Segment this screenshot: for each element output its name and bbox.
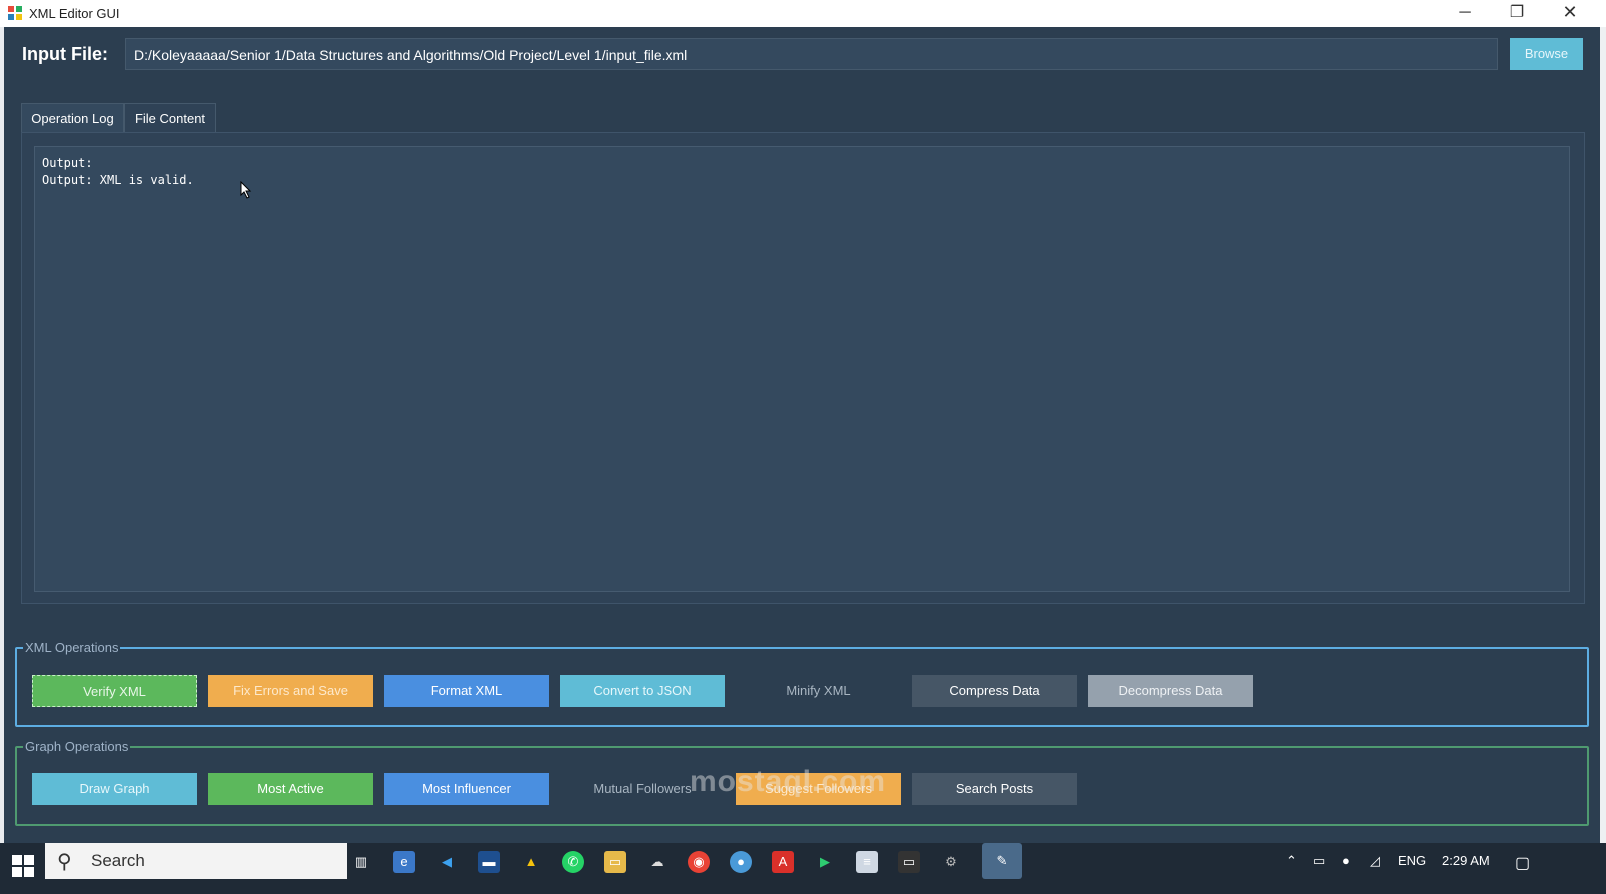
media-player-icon[interactable]: ▶	[814, 851, 836, 873]
window-left-edge	[0, 27, 4, 863]
notepad-icon[interactable]: ≡	[856, 851, 878, 873]
minify-xml-button[interactable]: Minify XML	[736, 675, 901, 707]
mouse-pointer-icon	[240, 181, 252, 199]
wifi-icon[interactable]: ◿	[1370, 853, 1380, 869]
convert-to-json-button[interactable]: Convert to JSON	[560, 675, 725, 707]
edge-browser-icon[interactable]: e	[393, 851, 415, 873]
log-line: Output: XML is valid.	[42, 173, 194, 187]
operation-log-textarea[interactable]: Output: Output: XML is valid.	[34, 146, 1570, 592]
pdf-reader-icon[interactable]: A	[772, 851, 794, 873]
watermark-text: mostaql.com	[690, 765, 887, 798]
terminal-icon[interactable]: ▭	[898, 851, 920, 873]
settings-gear-icon[interactable]: ⚙	[940, 851, 962, 873]
minimize-button[interactable]: ─	[1440, 0, 1490, 27]
fix-errors-and-save-button[interactable]: Fix Errors and Save	[208, 675, 373, 707]
windows-start-icon[interactable]	[12, 855, 34, 877]
app-icon	[8, 6, 22, 20]
decompress-data-button[interactable]: Decompress Data	[1088, 675, 1253, 707]
google-drive-icon[interactable]: ▲	[520, 851, 542, 873]
xml-operations-title: XML Operations	[25, 640, 119, 655]
search-icon: ⚲	[57, 851, 72, 873]
tray-language[interactable]: ENG	[1398, 853, 1426, 868]
browser-icon[interactable]: ●	[730, 851, 752, 873]
taskbar: ⚲ Search ▥ e ◀ ▬ ▲ ✆ ▭ ☁ ◉ ● A ▶ ≡ ▭ ⚙ ✎…	[0, 843, 1606, 894]
app-icon-blue[interactable]: ▬	[478, 851, 500, 873]
draw-graph-button[interactable]: Draw Graph	[32, 773, 197, 805]
whatsapp-icon[interactable]: ✆	[562, 851, 584, 873]
input-file-label: Input File:	[22, 44, 108, 64]
search-posts-button[interactable]: Search Posts	[912, 773, 1077, 805]
battery-icon[interactable]: ▭	[1313, 853, 1325, 869]
taskbar-search-box[interactable]: ⚲ Search	[45, 843, 347, 879]
graph-operations-title: Graph Operations	[25, 739, 129, 754]
maximize-button[interactable]: ❐	[1492, 0, 1542, 27]
close-button[interactable]: ✕	[1545, 0, 1595, 27]
most-influencer-button[interactable]: Most Influencer	[384, 773, 549, 805]
taskbar-search-placeholder: Search	[91, 851, 145, 870]
tray-chevron-up-icon[interactable]: ⌃	[1286, 853, 1297, 869]
tab-operation-log[interactable]: Operation Log	[21, 103, 124, 133]
vscode-icon[interactable]: ◀	[436, 851, 458, 873]
most-active-button[interactable]: Most Active	[208, 773, 373, 805]
chrome-icon[interactable]: ◉	[688, 851, 710, 873]
log-line: Output:	[42, 156, 93, 170]
notification-center-icon[interactable]: ▢	[1515, 853, 1530, 873]
python-app-icon[interactable]: ✎	[982, 843, 1022, 879]
browse-button[interactable]: Browse	[1510, 38, 1583, 70]
file-explorer-icon[interactable]: ▭	[604, 851, 626, 873]
input-file-path-field[interactable]: D:/Koleyaaaaa/Senior 1/Data Structures a…	[125, 38, 1498, 70]
microphone-icon[interactable]: ●	[1342, 853, 1350, 868]
cloud-app-icon[interactable]: ☁	[646, 851, 668, 873]
tray-clock[interactable]: 2:29 AM	[1442, 853, 1490, 868]
window-right-edge	[1600, 27, 1606, 863]
window-titlebar: XML Editor GUI ─ ❐ ✕	[0, 0, 1606, 27]
format-xml-button[interactable]: Format XML	[384, 675, 549, 707]
tab-file-content[interactable]: File Content	[124, 103, 216, 133]
compress-data-button[interactable]: Compress Data	[912, 675, 1077, 707]
verify-xml-button[interactable]: Verify XML	[32, 675, 197, 707]
window-title: XML Editor GUI	[29, 6, 120, 21]
task-view-icon[interactable]: ▥	[350, 851, 372, 873]
